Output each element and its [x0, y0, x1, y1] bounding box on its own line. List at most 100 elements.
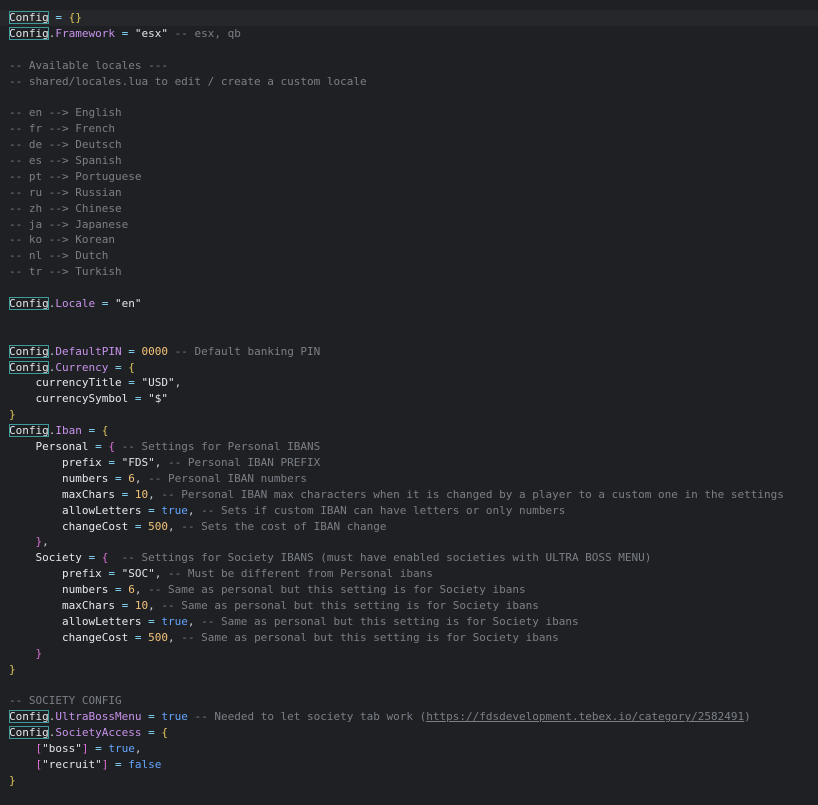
code-line[interactable]: Config.Currency = { [9, 360, 818, 376]
code-line[interactable]: } [9, 773, 818, 789]
code-token: 6 [128, 471, 135, 485]
code-line[interactable]: Config.Iban = { [9, 423, 818, 439]
code-line[interactable]: Personal = { -- Settings for Personal IB… [9, 439, 818, 455]
code-token: maxChars [9, 598, 115, 612]
code-line[interactable]: -- zh --> Chinese [9, 201, 818, 217]
code-line[interactable]: -- fr --> French [9, 121, 818, 137]
code-token: "FDS" [121, 455, 155, 469]
code-token: -- Personal IBAN numbers [141, 471, 308, 485]
code-line[interactable] [9, 312, 818, 328]
code-line[interactable]: changeCost = 500, -- Sets the cost of IB… [9, 519, 818, 535]
code-line[interactable]: prefix = "FDS", -- Personal IBAN PREFIX [9, 455, 818, 471]
code-token: true [161, 614, 188, 628]
code-token: "recruit" [42, 757, 102, 771]
code-token: = [128, 519, 149, 533]
code-token: = [88, 440, 109, 454]
code-line[interactable]: numbers = 6, -- Same as personal but thi… [9, 582, 818, 598]
code-token: prefix [9, 567, 102, 581]
code-token: Locale [55, 297, 96, 311]
code-line[interactable]: -- ko --> Korean [9, 232, 818, 248]
code-token: -- Default banking PIN [167, 344, 321, 358]
code-line[interactable] [9, 280, 818, 296]
code-line[interactable]: Config.SocietyAccess = { [9, 725, 818, 741]
code-token: 500 [148, 630, 168, 644]
code-line[interactable]: -- nl --> Dutch [9, 248, 818, 264]
code-line[interactable]: Society = { -- Settings for Society IBAN… [9, 550, 818, 566]
code-token: = [114, 598, 135, 612]
code-token: Config [9, 11, 49, 24]
code-token: Config [9, 26, 49, 40]
code-line[interactable]: -- pt --> Portuguese [9, 169, 818, 185]
code-line[interactable]: currencyTitle = "USD", [9, 375, 818, 391]
code-area[interactable]: Config = {} Config.Framework = "esx" -- e… [0, 10, 818, 789]
code-token: -- de --> Deutsch [9, 138, 122, 152]
code-token: -- Same as personal but this setting is … [154, 598, 539, 612]
code-token: { [128, 360, 135, 374]
code-line[interactable]: } [9, 662, 818, 678]
code-line[interactable]: currencySymbol = "$" [9, 391, 818, 407]
code-line[interactable]: numbers = 6, -- Personal IBAN numbers [9, 471, 818, 487]
code-line[interactable]: -- en --> English [9, 105, 818, 121]
code-token: true [161, 503, 188, 517]
code-token: , [134, 741, 142, 755]
code-token: -- Sets if custom IBAN can have letters … [194, 503, 566, 517]
code-token: "boss" [42, 741, 82, 755]
code-line[interactable]: -- es --> Spanish [9, 153, 818, 169]
code-line[interactable]: } [9, 407, 818, 423]
code-line[interactable]: changeCost = 500, -- Same as personal bu… [9, 630, 818, 646]
code-token: -- es --> Spanish [9, 154, 122, 168]
code-line[interactable]: maxChars = 10, -- Same as personal but t… [9, 598, 818, 614]
code-token: ) [744, 710, 751, 724]
code-editor[interactable]: Config = {} Config.Framework = "esx" -- e… [0, 0, 818, 805]
code-token: 0000 [141, 344, 168, 358]
code-token: = [81, 551, 102, 565]
code-token: Config [9, 344, 49, 358]
code-line[interactable] [9, 677, 818, 693]
code-line[interactable]: ["boss"] = true, [9, 741, 818, 757]
code-line[interactable]: -- SOCIETY CONFIG [9, 693, 818, 709]
code-line[interactable]: }, [9, 534, 818, 550]
code-line[interactable]: -- de --> Deutsch [9, 137, 818, 153]
code-line[interactable]: -- Available locales --- [9, 58, 818, 74]
code-token: = [128, 630, 149, 644]
code-line[interactable]: -- ru --> Russian [9, 185, 818, 201]
code-token: Config [9, 726, 49, 740]
code-token: , [148, 487, 155, 501]
code-token: SocietyAccess [55, 726, 142, 740]
code-line[interactable]: maxChars = 10, -- Personal IBAN max char… [9, 487, 818, 503]
code-line[interactable]: Config.Framework = "esx" -- esx, qb [9, 26, 818, 42]
code-line[interactable] [9, 89, 818, 105]
code-token: , [174, 376, 182, 390]
code-token: } [9, 535, 43, 549]
code-token: = [141, 614, 162, 628]
code-line[interactable]: allowLetters = true, -- Same as personal… [9, 614, 818, 630]
code-token: [ [9, 741, 43, 755]
code-token: -- fr --> French [9, 122, 115, 136]
code-line[interactable]: Config.UltraBossMenu = true -- Needed to… [9, 709, 818, 725]
code-token: = [141, 710, 162, 724]
code-line[interactable]: -- ja --> Japanese [9, 217, 818, 233]
code-line[interactable]: Config.DefaultPIN = 0000 -- Default bank… [9, 344, 818, 360]
code-line[interactable]: ["recruit"] = false [9, 757, 818, 773]
code-token: -- shared/locales.lua to edit / create a… [9, 74, 367, 88]
code-line[interactable]: -- shared/locales.lua to edit / create a… [9, 74, 818, 90]
code-line[interactable] [9, 42, 818, 58]
code-line[interactable]: -- tr --> Turkish [9, 264, 818, 280]
code-line[interactable]: } [9, 646, 818, 662]
code-token: -- nl --> Dutch [9, 249, 109, 263]
code-line[interactable] [9, 328, 818, 344]
code-token: numbers [9, 583, 109, 597]
code-token: = [88, 741, 109, 755]
code-token: DefaultPIN [55, 344, 122, 358]
code-token: } [9, 662, 16, 676]
code-token: = [48, 11, 69, 24]
code-line[interactable]: Config = {} [0, 10, 818, 26]
code-link[interactable]: https://fdsdevelopment.tebex.io/category… [426, 710, 744, 723]
code-token: = [121, 376, 142, 390]
code-line[interactable]: Config.Locale = "en" [9, 296, 818, 312]
code-token: -- Available locales --- [9, 58, 168, 72]
code-line[interactable]: prefix = "SOC", -- Must be different fro… [9, 566, 818, 582]
code-token: -- tr --> Turkish [9, 265, 122, 279]
code-token: 10 [134, 598, 149, 612]
code-line[interactable]: allowLetters = true, -- Sets if custom I… [9, 503, 818, 519]
